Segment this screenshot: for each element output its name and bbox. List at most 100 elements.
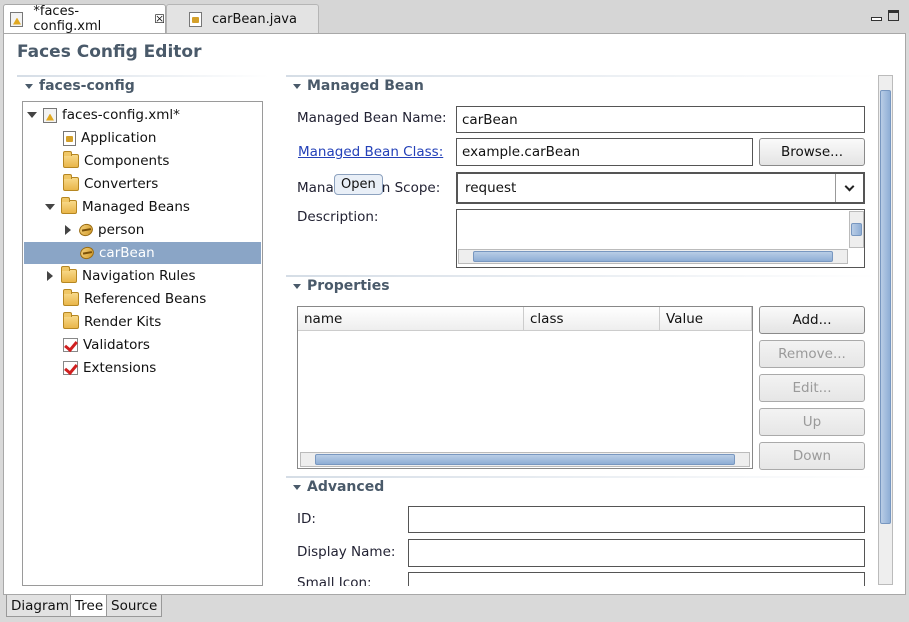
- chevron-down-icon[interactable]: [835, 174, 863, 202]
- folder-icon: [63, 151, 79, 168]
- description-vscroll[interactable]: [849, 211, 864, 248]
- folder-icon: [63, 312, 79, 329]
- close-icon[interactable]: ☒: [154, 12, 165, 26]
- tree-view[interactable]: faces-config.xml* Application Components…: [22, 101, 263, 586]
- scope-value: request: [465, 180, 517, 196]
- move-down-button[interactable]: Down: [759, 442, 865, 470]
- tab-tree[interactable]: Tree: [70, 595, 109, 617]
- small-icon-label: Small Icon:: [297, 575, 372, 586]
- description-hscroll[interactable]: [458, 249, 848, 264]
- tree-item-extensions[interactable]: Extensions: [63, 357, 156, 379]
- scroll-thumb[interactable]: [880, 90, 891, 524]
- scope-label-start: Mana: [297, 180, 334, 196]
- move-up-button[interactable]: Up: [759, 408, 865, 436]
- managed-bean-name-input[interactable]: carBean: [456, 106, 865, 133]
- divider: [286, 275, 878, 277]
- edit-property-button[interactable]: Edit...: [759, 374, 865, 402]
- tree-item-person[interactable]: person: [63, 219, 144, 241]
- display-name-label: Display Name:: [297, 544, 396, 560]
- java-file-icon: [189, 11, 202, 27]
- tree-item-label: Components: [84, 153, 170, 169]
- folder-icon: [61, 197, 77, 214]
- minimize-icon[interactable]: [871, 17, 882, 21]
- xml-file-icon: [10, 11, 24, 27]
- display-name-input[interactable]: [408, 539, 865, 567]
- advanced-section-header[interactable]: Advanced: [293, 479, 384, 495]
- tree-item-referenced-beans[interactable]: Referenced Beans: [63, 288, 206, 310]
- folder-icon: [63, 174, 79, 191]
- collapse-icon[interactable]: [45, 202, 55, 212]
- bean-icon: [77, 221, 95, 239]
- expand-icon[interactable]: [45, 271, 55, 281]
- scroll-thumb[interactable]: [473, 251, 833, 262]
- managed-bean-class-input[interactable]: example.carBean: [456, 138, 753, 166]
- collapse-icon: [293, 83, 301, 89]
- managed-bean-section-title: Managed Bean: [307, 78, 424, 94]
- tree-item-validators[interactable]: Validators: [63, 334, 150, 356]
- check-icon: [63, 361, 78, 375]
- maximize-icon[interactable]: [888, 10, 899, 21]
- divider: [17, 75, 269, 77]
- folder-icon: [63, 289, 79, 306]
- editor-area: Faces Config Editor faces-config faces-c…: [3, 33, 906, 595]
- tree-item-label: Managed Beans: [82, 199, 190, 215]
- expand-icon[interactable]: [63, 225, 73, 235]
- column-header-value[interactable]: Value: [660, 307, 752, 331]
- column-header-name[interactable]: name: [298, 307, 524, 331]
- managed-bean-name-label: Managed Bean Name:: [297, 110, 447, 126]
- tree-item-navigation-rules[interactable]: Navigation Rules: [45, 265, 196, 287]
- tree-item-render-kits[interactable]: Render Kits: [63, 311, 161, 333]
- tree-item-carbean[interactable]: carBean: [24, 242, 261, 264]
- scroll-thumb[interactable]: [851, 223, 862, 236]
- remove-property-button[interactable]: Remove...: [759, 340, 865, 368]
- properties-section-title: Properties: [307, 278, 390, 294]
- tree-item-label: Navigation Rules: [82, 268, 196, 284]
- tree-item-label: Render Kits: [84, 314, 162, 330]
- tree-item-converters[interactable]: Converters: [63, 173, 158, 195]
- collapse-icon: [25, 83, 33, 89]
- tree-section-title: faces-config: [39, 78, 135, 94]
- tree-item-label: faces-config.xml*: [62, 107, 180, 123]
- tab-label: carBean.java: [212, 11, 297, 27]
- id-label: ID:: [297, 511, 316, 527]
- editor-title: Faces Config Editor: [17, 42, 202, 62]
- tree-item-root[interactable]: faces-config.xml*: [27, 104, 261, 126]
- tree-item-application[interactable]: Application: [63, 127, 156, 149]
- add-property-button[interactable]: Add...: [759, 306, 865, 334]
- tree-item-label: Application: [81, 130, 157, 146]
- xml-file-icon: [43, 107, 57, 123]
- properties-section-header[interactable]: Properties: [293, 278, 390, 294]
- managed-bean-class-link[interactable]: Managed Bean Class:: [298, 144, 443, 160]
- tree-item-label: Converters: [84, 176, 159, 192]
- scope-select[interactable]: request: [456, 172, 865, 204]
- open-tooltip: Open: [334, 174, 383, 195]
- tree-item-label: Validators: [83, 337, 150, 353]
- tree-item-components[interactable]: Components: [63, 150, 169, 172]
- collapse-icon[interactable]: [27, 110, 37, 120]
- description-label: Description:: [297, 209, 379, 225]
- tab-carbean-java[interactable]: carBean.java: [166, 4, 319, 33]
- browse-button[interactable]: Browse...: [759, 138, 865, 166]
- tree-section-header[interactable]: faces-config: [25, 78, 135, 94]
- managed-bean-section-header[interactable]: Managed Bean: [293, 78, 424, 94]
- application-icon: [63, 130, 76, 146]
- clip-area: Small Icon:: [286, 572, 876, 586]
- scroll-thumb[interactable]: [315, 454, 735, 465]
- tab-diagram[interactable]: Diagram: [6, 595, 74, 617]
- tab-faces-config[interactable]: *faces-config.xml ☒: [3, 4, 166, 34]
- tab-source[interactable]: Source: [106, 595, 163, 617]
- column-header-class[interactable]: class: [524, 307, 660, 331]
- small-icon-input[interactable]: [408, 572, 865, 586]
- properties-hscroll[interactable]: [300, 452, 750, 467]
- folder-icon: [61, 266, 77, 283]
- properties-table[interactable]: name class Value: [297, 306, 753, 469]
- check-icon: [63, 338, 78, 352]
- id-input[interactable]: [408, 506, 865, 533]
- editor-vscroll[interactable]: [878, 75, 893, 585]
- bean-icon: [78, 244, 96, 262]
- advanced-section-title: Advanced: [307, 479, 385, 495]
- tab-label: *faces-config.xml: [33, 4, 102, 34]
- tree-item-label: Referenced Beans: [84, 291, 207, 307]
- tree-item-managed-beans[interactable]: Managed Beans: [45, 196, 190, 218]
- tree-item-label: carBean: [99, 245, 155, 261]
